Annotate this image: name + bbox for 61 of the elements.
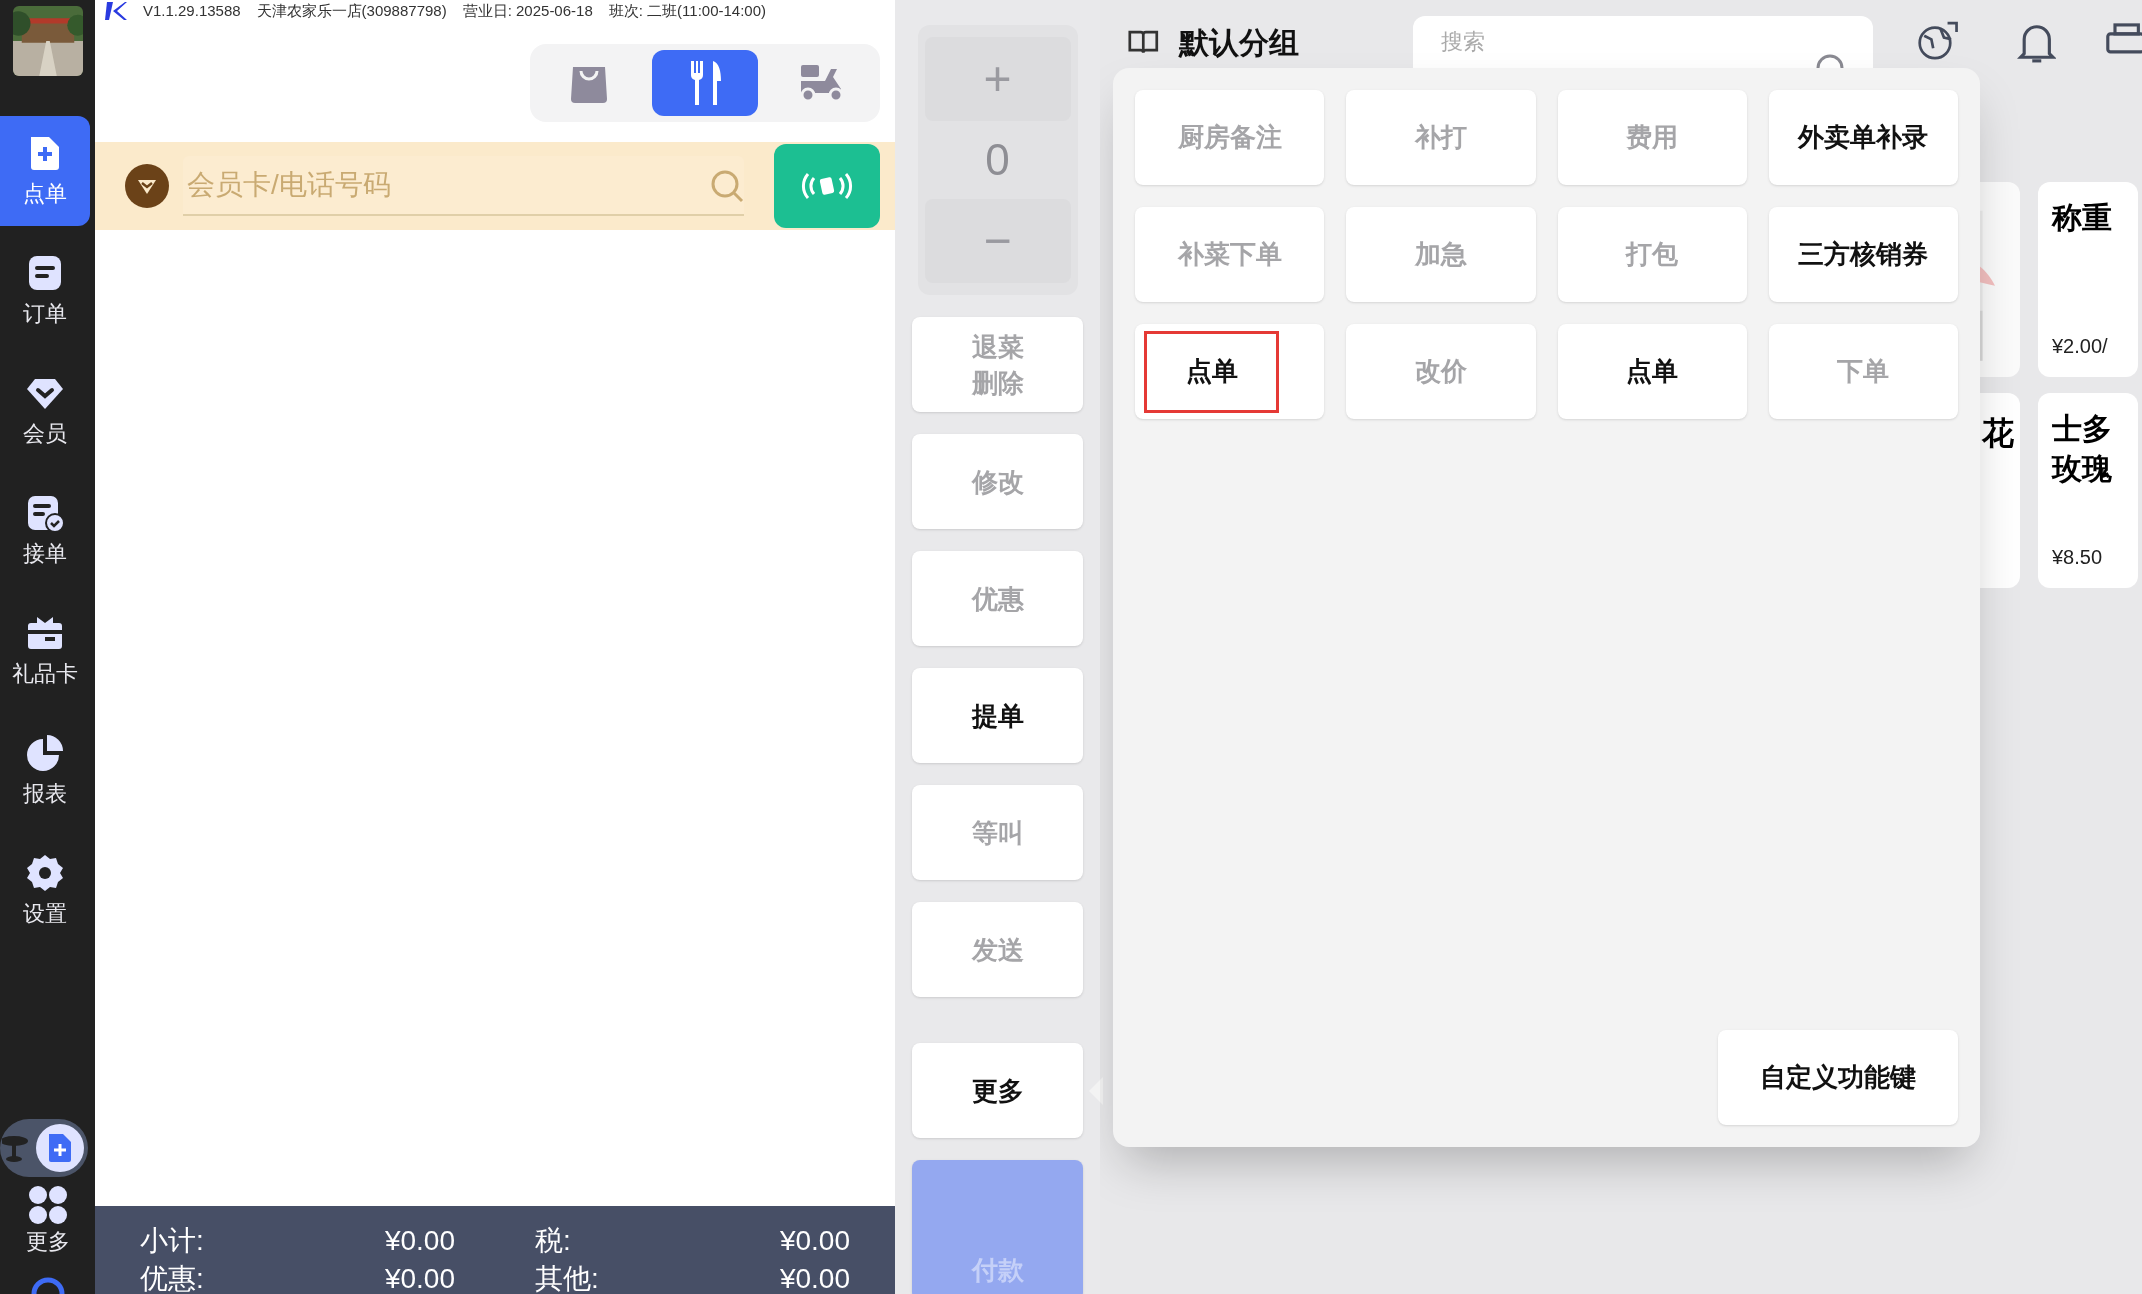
- action-button[interactable]: 更多: [912, 1043, 1083, 1138]
- summary-value: ¥0.00: [779, 1224, 850, 1258]
- order-type-tab[interactable]: [652, 50, 758, 116]
- product-name: 花: [1982, 414, 2014, 453]
- status-text: V1.1.29.13588: [143, 0, 241, 21]
- function-button[interactable]: 打包: [1557, 207, 1747, 302]
- summary-label: 其他:: [535, 1262, 599, 1294]
- product-card[interactable]: 士多玫瑰 ¥8.50: [2038, 393, 2138, 588]
- logo-icon: [105, 2, 127, 20]
- sidebar-item[interactable]: 接单: [0, 476, 90, 586]
- action-button[interactable]: 发送: [912, 902, 1083, 997]
- summary-label: 税:: [535, 1224, 571, 1258]
- more-menu-item[interactable]: 更多: [25, 1185, 70, 1258]
- action-button[interactable]: 优惠: [912, 551, 1083, 646]
- quick-order-mode-button[interactable]: [36, 1124, 84, 1172]
- action-button[interactable]: 退菜删除: [912, 317, 1083, 412]
- function-button[interactable]: 改价: [1346, 324, 1536, 419]
- status-text: 营业日: 2025-06-18: [462, 0, 593, 21]
- member-badge-icon: [125, 164, 169, 208]
- summary-value: ¥0.00: [384, 1262, 455, 1294]
- product-name: 士多玫瑰: [2052, 411, 2112, 487]
- function-button[interactable]: 下单: [1768, 324, 1958, 419]
- function-button[interactable]: 补菜下单: [1135, 207, 1325, 302]
- summary-label: 优惠:: [140, 1262, 204, 1294]
- function-button[interactable]: 点单: [1557, 324, 1747, 419]
- sidebar-item[interactable]: 报表: [0, 716, 90, 826]
- action-button[interactable]: 提单: [912, 668, 1083, 763]
- product-price: ¥8.50: [2052, 545, 2103, 570]
- function-button[interactable]: 三方核销券: [1768, 207, 1958, 302]
- nfc-icon: [800, 171, 854, 201]
- status-text: 班次: 二班(11:00-14:00): [608, 0, 767, 21]
- quantity-value: 0: [985, 134, 1010, 186]
- summary-value: ¥0.00: [384, 1224, 455, 1258]
- product-name: 称重: [2052, 200, 2112, 236]
- function-button[interactable]: 加急: [1346, 207, 1536, 302]
- function-button[interactable]: 厨房备注: [1135, 90, 1325, 185]
- group-title: 默认分组: [1178, 24, 1300, 61]
- member-search-field[interactable]: 会员卡/电话号码: [183, 156, 744, 216]
- settings-icon: [25, 852, 65, 893]
- sidebar-item[interactable]: 设置: [0, 836, 90, 946]
- action-button[interactable]: 等叫: [912, 785, 1083, 880]
- custom-keys-button[interactable]: 自定义功能键: [1718, 1030, 1958, 1125]
- sidebar-item[interactable]: 会员: [0, 356, 90, 466]
- function-button[interactable]: 费用: [1557, 90, 1747, 185]
- pie-chart-icon: [25, 732, 65, 773]
- product-price: ¥2.00/: [2052, 334, 2108, 359]
- status-text: 天津农家乐一店(309887798): [256, 0, 447, 21]
- function-button[interactable]: 外卖单补录: [1768, 90, 1958, 185]
- sidebar-item[interactable]: 点单: [0, 116, 90, 226]
- summary-label: 小计:: [140, 1224, 204, 1258]
- action-button[interactable]: 修改: [912, 434, 1083, 529]
- grid-icon: [27, 1185, 68, 1225]
- search-icon: [710, 169, 744, 203]
- card-reader-button[interactable]: [774, 144, 880, 228]
- product-card[interactable]: 称重 ¥2.00/: [2038, 182, 2138, 377]
- sidebar-item[interactable]: 礼品卡: [0, 596, 90, 706]
- function-button[interactable]: 点单: [1135, 324, 1325, 419]
- sidebar-item[interactable]: 订单: [0, 236, 90, 346]
- function-button[interactable]: 补打: [1346, 90, 1536, 185]
- summary-value: ¥0.00: [779, 1262, 850, 1294]
- menu-search-field[interactable]: 搜索: [1413, 16, 1874, 68]
